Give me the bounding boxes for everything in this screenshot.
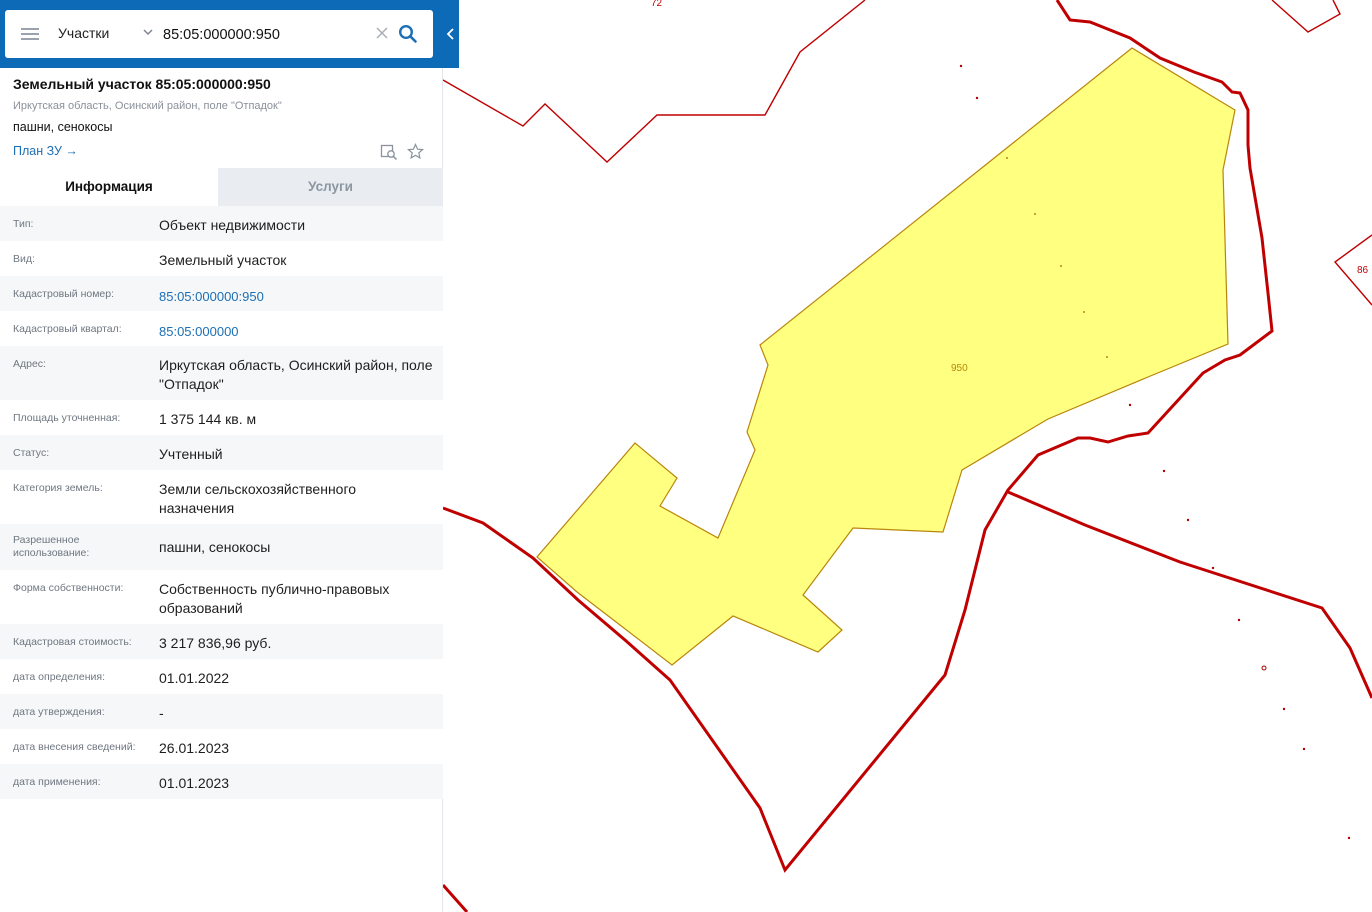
info-row: Тип: Объект недвижимости bbox=[0, 206, 443, 241]
info-row-value: пашни, сенокосы bbox=[159, 539, 271, 555]
info-row-label: дата определения: bbox=[13, 671, 106, 683]
info-row: дата внесения сведений: 26.01.2023 bbox=[0, 729, 443, 764]
close-icon[interactable] bbox=[375, 26, 389, 40]
info-row-label: Площадь уточненная: bbox=[13, 412, 121, 424]
object-use: пашни, сенокосы bbox=[13, 120, 113, 134]
info-row-value: - bbox=[159, 705, 164, 721]
info-row-value: Земли сельскохозяйственного назначения bbox=[159, 481, 357, 516]
info-row-value: 1 375 144 кв. м bbox=[159, 411, 257, 427]
info-row-label: дата применения: bbox=[13, 776, 101, 788]
info-row: Адрес: Иркутская область, Осинский район,… bbox=[0, 346, 443, 400]
info-row-value: Земельный участок bbox=[159, 252, 287, 268]
quarter-label-top: 72 bbox=[651, 0, 663, 9]
info-row-label: Адрес: bbox=[13, 358, 46, 370]
info-row-value: Собственность публично-правовых образова… bbox=[159, 581, 390, 616]
info-row-label: Категория земель: bbox=[13, 482, 103, 494]
object-title: Земельный участок 85:05:000000:950 bbox=[13, 76, 271, 92]
info-row-label: Кадастровый номер: bbox=[13, 288, 115, 300]
parcel-number-label: 950 bbox=[951, 363, 968, 374]
chevron-down-icon[interactable] bbox=[141, 25, 155, 39]
info-row: дата утверждения: - bbox=[0, 694, 443, 729]
info-row-value: 3 217 836,96 руб. bbox=[159, 635, 272, 651]
info-row: Статус: Учтенный bbox=[0, 435, 443, 470]
info-row: Кадастровый номер: 85:05:000000:950 bbox=[0, 276, 443, 311]
info-row-value: 01.01.2023 bbox=[159, 775, 230, 791]
info-row-label: Кадастровый квартал: bbox=[13, 323, 122, 335]
tab-services[interactable]: Услуги bbox=[218, 168, 443, 206]
info-row-value: Учтенный bbox=[159, 446, 223, 462]
collapse-panel-icon[interactable] bbox=[443, 22, 459, 46]
info-table: Тип: Объект недвижимости Вид: Земельный уча… bbox=[0, 206, 443, 799]
info-row-label: Тип: bbox=[13, 218, 34, 230]
tab-information[interactable]: Информация bbox=[0, 168, 218, 206]
info-row: Вид: Земельный участок bbox=[0, 241, 443, 276]
info-row-label: дата внесения сведений: bbox=[13, 741, 136, 753]
info-row-value: Объект недвижимости bbox=[159, 217, 306, 233]
info-row: дата применения: 01.01.2023 bbox=[0, 764, 443, 799]
info-row-link[interactable]: 85:05:000000 bbox=[159, 322, 434, 341]
info-row-label: Статус: bbox=[13, 447, 50, 459]
search-icon[interactable] bbox=[398, 24, 418, 44]
search-box: Участки bbox=[5, 10, 433, 58]
info-row: Форма собственности: Собственность публич… bbox=[0, 570, 443, 624]
info-row: дата определения: 01.01.2022 bbox=[0, 659, 443, 694]
info-row-label: Форма собственности: bbox=[13, 582, 124, 594]
object-address: Иркутская область, Осинский район, поле … bbox=[13, 100, 282, 112]
info-row-value: 01.01.2022 bbox=[159, 670, 230, 686]
info-row-label: Вид: bbox=[13, 253, 35, 265]
zoom-to-object-icon[interactable] bbox=[380, 143, 398, 161]
menu-icon[interactable] bbox=[21, 28, 39, 40]
info-row-label: дата утверждения: bbox=[13, 706, 105, 718]
info-row: Площадь уточненная: 1 375 144 кв. м bbox=[0, 400, 443, 435]
info-row: Кадастровая стоимость: 3 217 836,96 руб. bbox=[0, 624, 443, 659]
star-icon[interactable] bbox=[407, 143, 424, 160]
layer-select[interactable]: Участки bbox=[58, 25, 109, 41]
search-input[interactable] bbox=[163, 24, 363, 46]
info-row-value: 26.01.2023 bbox=[159, 740, 230, 756]
quarter-label-right: 86 bbox=[1357, 265, 1369, 276]
info-row-link[interactable]: 85:05:000000:950 bbox=[159, 287, 434, 306]
info-row-label: Кадастровая стоимость: bbox=[13, 636, 132, 648]
info-row: Разрешенное использование: пашни, сенокос… bbox=[0, 524, 443, 570]
tab-bar: Информация Услуги bbox=[0, 168, 443, 206]
plan-link[interactable]: План ЗУ → bbox=[13, 144, 78, 158]
info-row: Кадастровый квартал: 85:05:000000 bbox=[0, 311, 443, 346]
info-row-value: Иркутская область, Осинский район, поле … bbox=[159, 357, 433, 392]
search-bar: Участки bbox=[0, 0, 459, 68]
info-row-label: Разрешенное использование: bbox=[13, 534, 90, 559]
info-row: Категория земель: Земли сельскохозяйствен… bbox=[0, 470, 443, 524]
